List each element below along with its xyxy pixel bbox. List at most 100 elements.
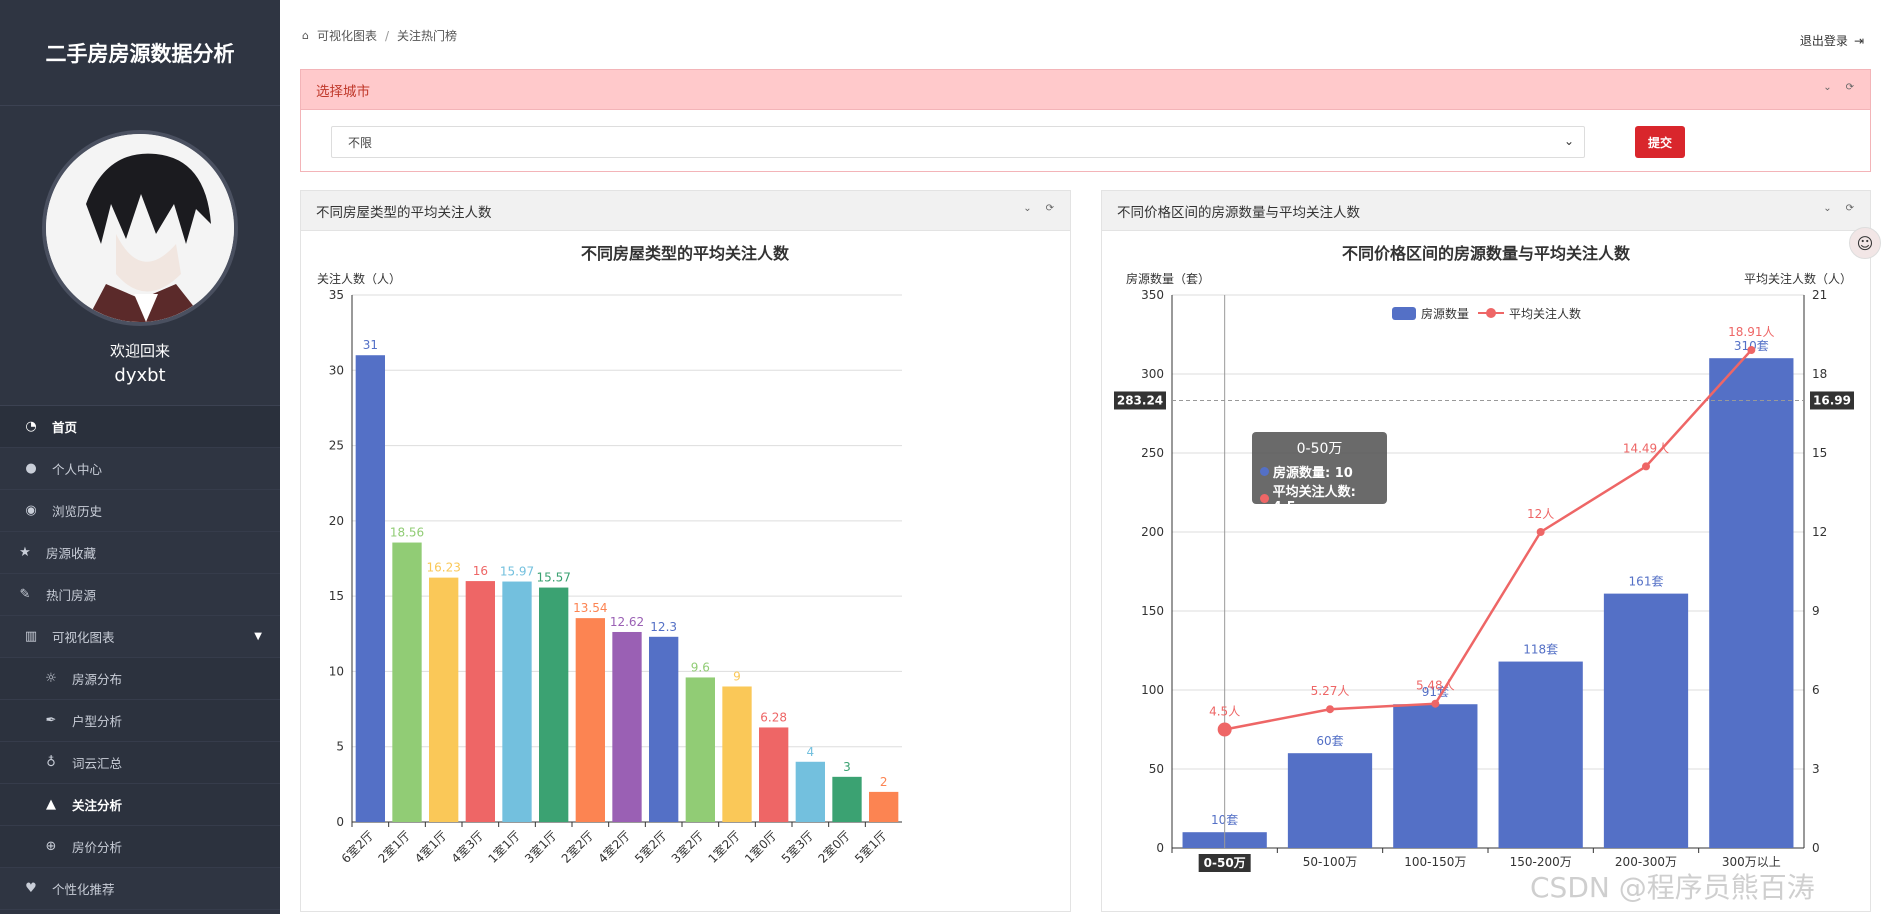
legend-label[interactable]: 房源数量 bbox=[1421, 306, 1469, 321]
nav-charts[interactable]: ▥ 可视化图表 ▼ bbox=[0, 616, 280, 658]
y-tick-label: 5 bbox=[336, 740, 344, 754]
panel-header: 不同房屋类型的平均关注人数 ⌄ ⟳ bbox=[301, 191, 1070, 231]
bar[interactable] bbox=[869, 791, 899, 822]
line-point[interactable] bbox=[1536, 528, 1545, 536]
line-point[interactable] bbox=[1217, 722, 1232, 737]
sun-icon: ☼ bbox=[45, 671, 57, 686]
y-tick-label: 30 bbox=[329, 363, 344, 377]
nav-recommend[interactable]: ♥ 个性化推荐 bbox=[0, 868, 280, 910]
refresh-icon[interactable]: ⟳ bbox=[1846, 203, 1854, 214]
tooltip-row-avg: 平均关注人数: 4.5 bbox=[1260, 481, 1379, 515]
y-axis-label: 关注人数（人） bbox=[317, 271, 401, 286]
bar-value-label: 31 bbox=[363, 338, 378, 352]
nav-price-analysis[interactable]: ⊕ 房价分析 bbox=[0, 826, 280, 868]
bulb-icon: ♁ bbox=[46, 755, 56, 770]
leaf-icon: ✒ bbox=[45, 713, 57, 728]
nav-label: 房源分布 bbox=[72, 672, 123, 687]
nav-layout-analysis[interactable]: ✒ 户型分析 bbox=[0, 700, 280, 742]
bar[interactable] bbox=[355, 355, 385, 822]
y2-tick-label: 9 bbox=[1812, 604, 1820, 618]
logout-icon: ⇥ bbox=[1853, 33, 1864, 48]
refresh-icon[interactable]: ⟳ bbox=[1046, 203, 1054, 214]
line-point[interactable] bbox=[1747, 346, 1756, 355]
house-type-chart[interactable]: 不同房屋类型的平均关注人数关注人数（人） 0 5 10 15 20 25 30 35 31 6室2厅… bbox=[301, 231, 1070, 911]
x-tick-label: 2室1厅 bbox=[375, 828, 413, 866]
breadcrumb-item[interactable]: 可视化图表 bbox=[317, 27, 377, 44]
home-icon[interactable]: ⌂ bbox=[302, 29, 309, 42]
panel-tools: ⌄ ⟳ bbox=[1823, 82, 1854, 93]
line-point[interactable] bbox=[1326, 705, 1334, 714]
x-tick-label: 5室3厅 bbox=[778, 828, 816, 866]
bar[interactable] bbox=[465, 581, 495, 822]
house-type-panel: 不同房屋类型的平均关注人数 ⌄ ⟳ 不同房屋类型的平均关注人数 关注人数（人） 0 5… bbox=[300, 190, 1071, 912]
bar-value-label: 6.28 bbox=[760, 710, 787, 724]
bar[interactable] bbox=[1393, 704, 1478, 848]
collapse-icon[interactable]: ⌄ bbox=[1823, 82, 1831, 93]
legend-label[interactable]: 平均关注人数 bbox=[1509, 306, 1581, 321]
assistant-avatar[interactable]: ☺ bbox=[1849, 227, 1881, 259]
price-range-chart[interactable]: 不同价格区间的房源数量与平均关注人数房源数量（套） 平均关注人数（人） 0 0 50 3 1… bbox=[1102, 231, 1870, 911]
bar-value-label: 15.57 bbox=[536, 571, 570, 585]
refresh-icon[interactable]: ⟳ bbox=[1846, 82, 1854, 93]
bar[interactable] bbox=[1709, 358, 1794, 848]
bar[interactable] bbox=[795, 761, 825, 822]
nav-hot[interactable]: ✎ 热门房源 bbox=[0, 574, 280, 616]
bar-value-label: 13.54 bbox=[573, 601, 607, 615]
nav-distribution[interactable]: ☼ 房源分布 bbox=[0, 658, 280, 700]
bar[interactable] bbox=[1287, 753, 1373, 848]
line-point[interactable] bbox=[1431, 699, 1440, 708]
y-tick-label: 0 bbox=[336, 815, 344, 829]
bar[interactable] bbox=[649, 636, 679, 822]
bar-value-label: 15.97 bbox=[500, 565, 534, 579]
line-value-label: 4.5人 bbox=[1209, 705, 1240, 719]
bar-value-label: 60套 bbox=[1316, 734, 1343, 748]
nav-home[interactable]: ◔ 首页 bbox=[0, 406, 280, 448]
user-profile: 欢迎回来 dyxbt bbox=[0, 106, 280, 406]
nav-attention[interactable]: ▲ 关注分析 bbox=[0, 784, 280, 826]
nav-label: 户型分析 bbox=[72, 714, 123, 729]
panel-header: 选择城市 ⌄ ⟳ bbox=[301, 70, 1870, 110]
panel-tools: ⌄ ⟳ bbox=[1023, 203, 1054, 214]
bar[interactable] bbox=[722, 686, 752, 822]
x-tick-label: 2室0厅 bbox=[815, 828, 853, 866]
bar[interactable] bbox=[759, 727, 789, 822]
bar[interactable] bbox=[832, 776, 862, 822]
legend-bar-swatch[interactable] bbox=[1392, 307, 1416, 320]
nav-label: 可视化图表 bbox=[52, 630, 115, 645]
nav-wordcloud[interactable]: ♁ 词云汇总 bbox=[0, 742, 280, 784]
y2-tick-label: 12 bbox=[1812, 525, 1827, 539]
bar[interactable] bbox=[539, 587, 569, 822]
bar-value-label: 12.62 bbox=[610, 615, 644, 629]
submit-button[interactable]: 提交 bbox=[1635, 126, 1685, 158]
bar-chart-icon: ▥ bbox=[24, 629, 38, 644]
nav-favorites[interactable]: ★ 房源收藏 bbox=[0, 532, 280, 574]
bar[interactable] bbox=[429, 577, 459, 822]
tooltip-row-count: 房源数量: 10 bbox=[1260, 462, 1379, 481]
collapse-icon[interactable]: ⌄ bbox=[1823, 203, 1831, 214]
avatar[interactable] bbox=[42, 130, 238, 326]
nav-history[interactable]: ◉ 浏览历史 bbox=[0, 490, 280, 532]
app-title: 二手房房源数据分析 bbox=[0, 0, 280, 106]
bar[interactable] bbox=[575, 618, 605, 822]
bar[interactable] bbox=[612, 631, 642, 822]
y-tick-label: 350 bbox=[1141, 288, 1164, 302]
panel-tools: ⌄ ⟳ bbox=[1823, 203, 1854, 214]
bar[interactable] bbox=[1603, 593, 1689, 848]
bar[interactable] bbox=[502, 581, 532, 822]
tooltip-row-text: 平均关注人数: 4.5 bbox=[1272, 485, 1356, 515]
y-tick-label: 300 bbox=[1141, 367, 1164, 381]
city-select[interactable]: 不限 ⌄ bbox=[331, 126, 1585, 158]
nav-profile[interactable]: ● 个人中心 bbox=[0, 448, 280, 490]
bar[interactable] bbox=[685, 677, 715, 822]
axis-pointer-label: 0-50万 bbox=[1204, 856, 1246, 870]
bar-value-label: 2 bbox=[880, 775, 888, 789]
star-icon: ★ bbox=[19, 545, 31, 560]
panel-title: 选择城市 bbox=[316, 83, 370, 100]
bar[interactable] bbox=[1498, 661, 1583, 848]
logout-button[interactable]: 退出登录 ⇥ bbox=[1800, 32, 1864, 49]
y2-tick-label: 6 bbox=[1812, 683, 1820, 697]
line-point[interactable] bbox=[1642, 462, 1650, 471]
y2-tick-label: 15 bbox=[1812, 446, 1827, 460]
bar[interactable] bbox=[392, 542, 422, 822]
collapse-icon[interactable]: ⌄ bbox=[1023, 203, 1031, 214]
